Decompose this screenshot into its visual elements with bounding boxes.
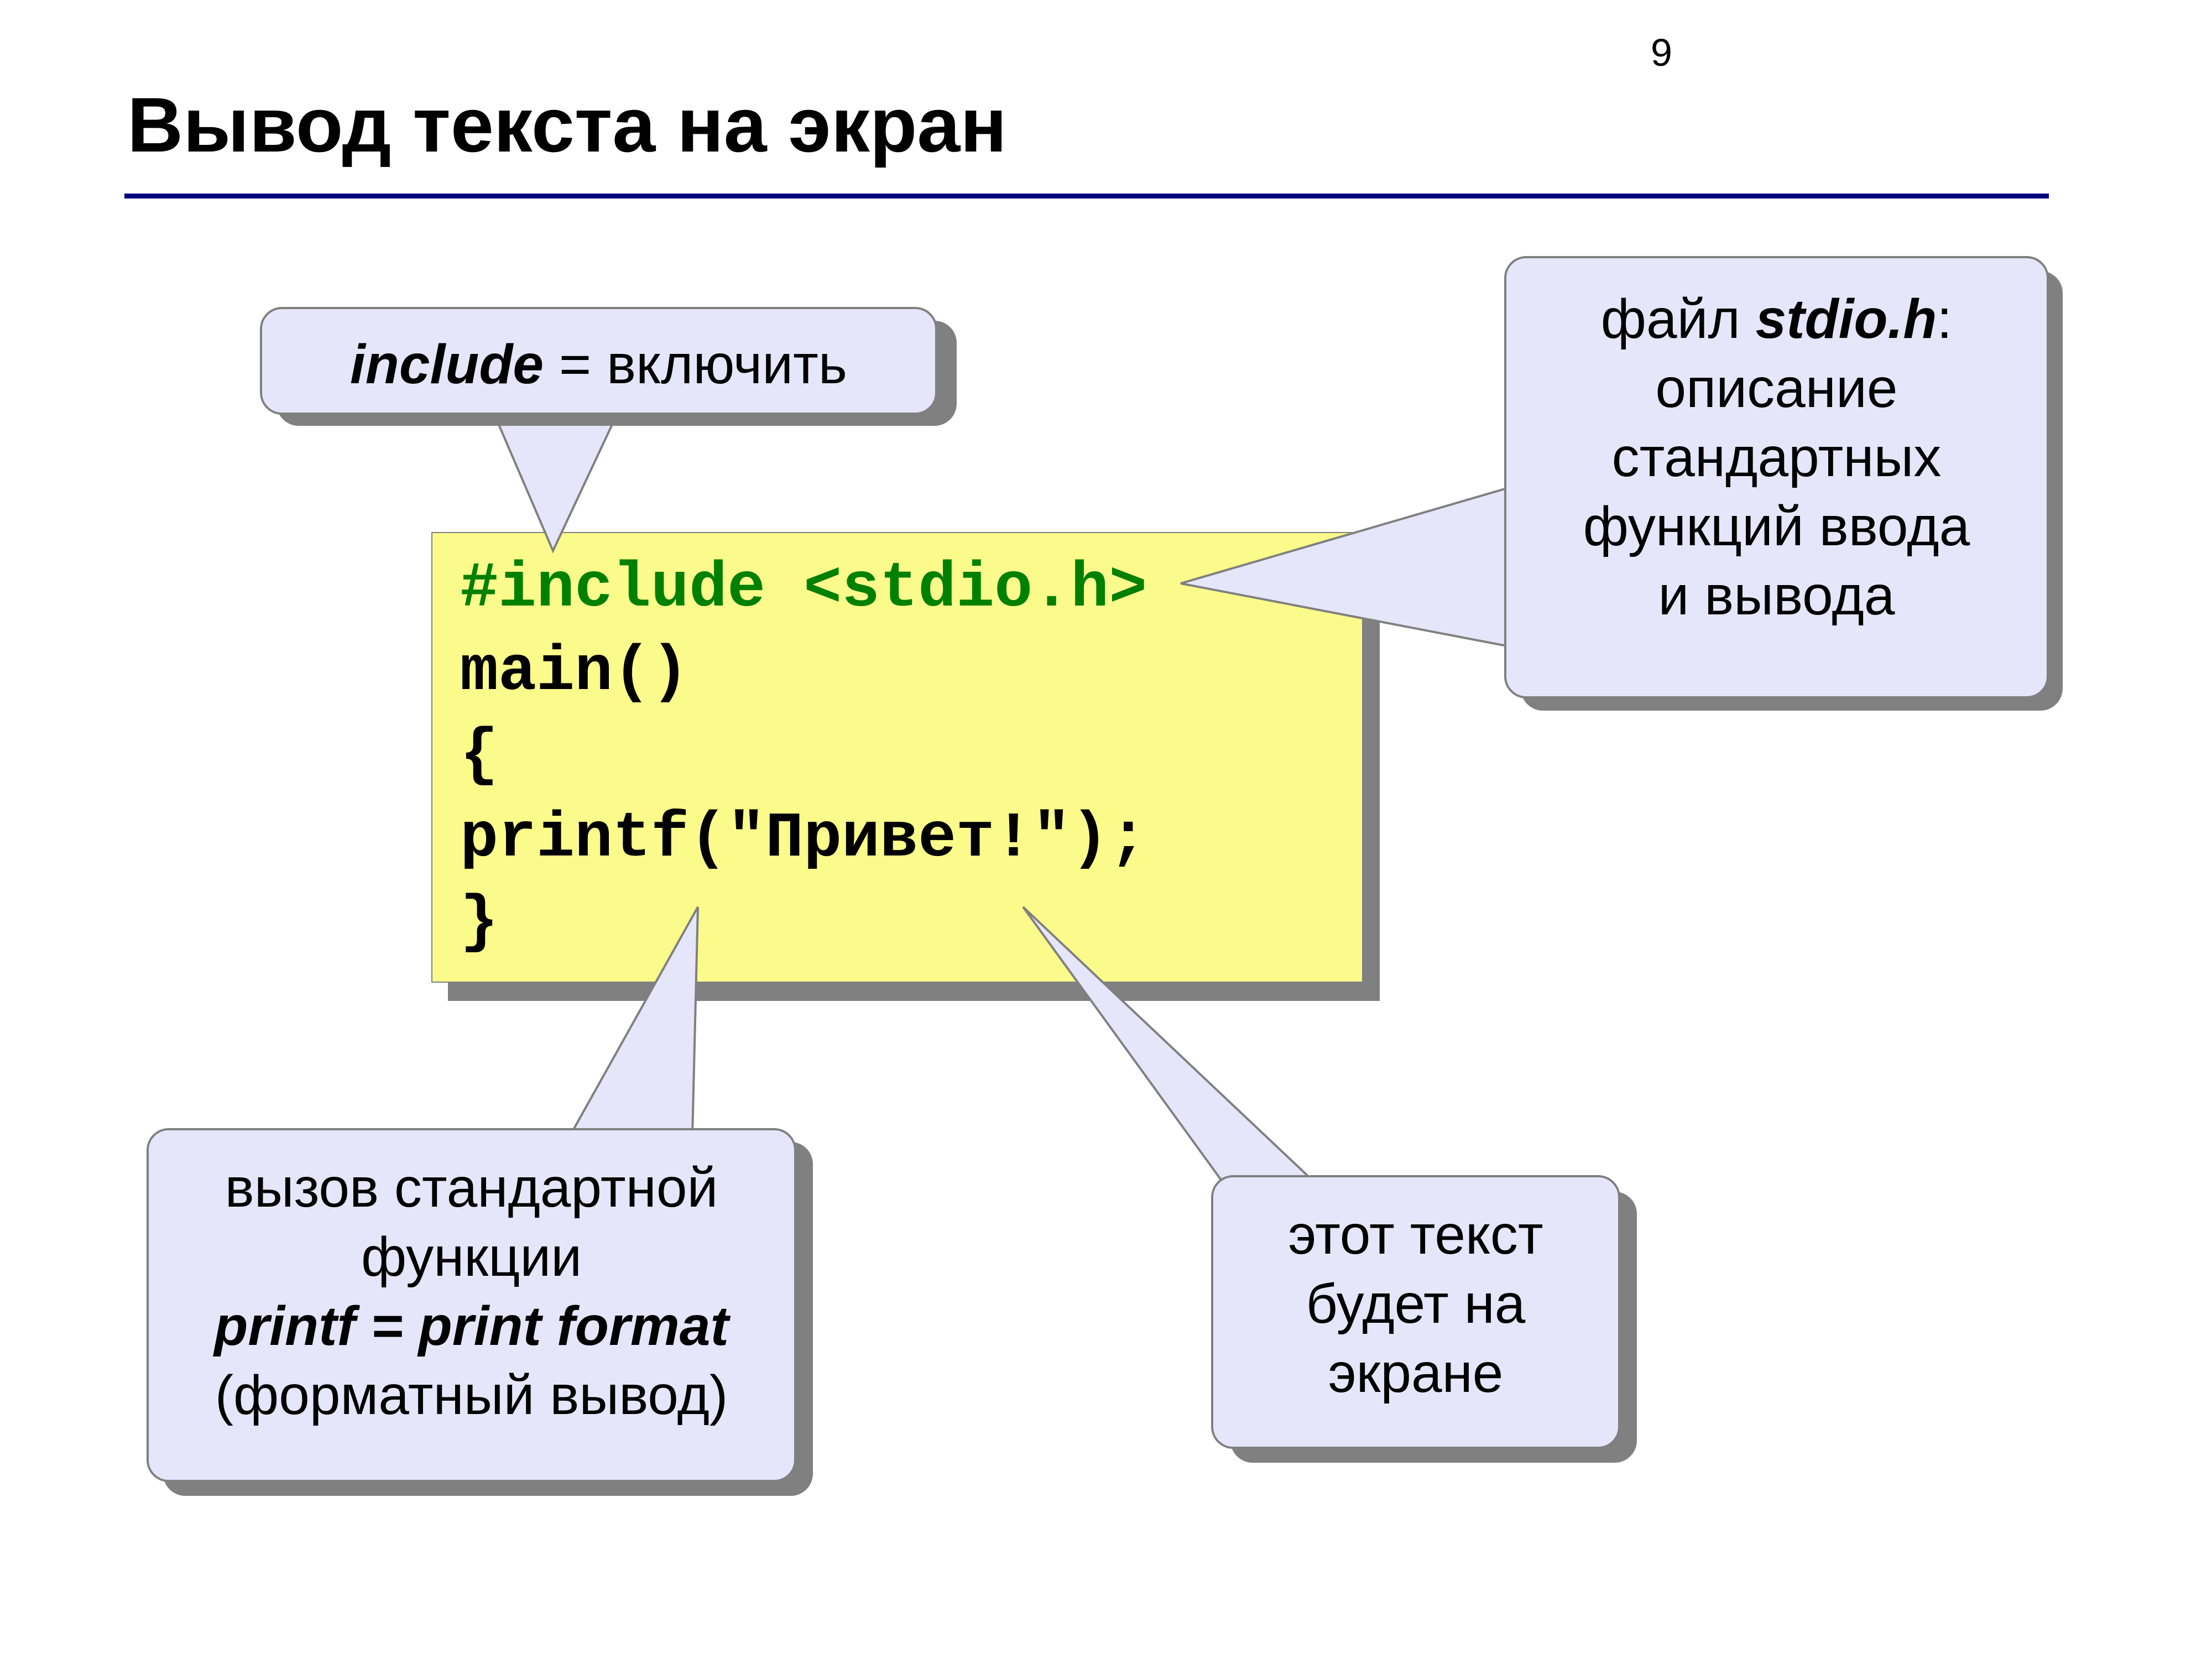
callout-stdio: файл stdio.h: описание стандартных функц… (1504, 256, 2049, 698)
callout-printf: вызов стандартной функции printf = print… (147, 1128, 796, 1482)
callout-include: include = включить (260, 307, 937, 415)
callout-printf-pointer (570, 907, 713, 1145)
callout-printf-l2: функции (175, 1223, 768, 1292)
callout-stdio-l1c: : (1937, 288, 1952, 350)
slide-title: Вывод текста на экран (127, 80, 1007, 170)
callout-screentext-l1: этот текст (1240, 1201, 1592, 1270)
callout-stdio-l5: и вывода (1533, 561, 2020, 630)
callout-stdio-l1a: файл (1601, 288, 1756, 350)
code-line-printf: printf("Привет!"); (460, 797, 1351, 881)
callout-include-pointer (492, 409, 658, 559)
callout-printf-l4: (форматный вывод) (175, 1361, 768, 1430)
callout-include-rest: = включить (544, 333, 847, 395)
callout-screentext-pointer (1023, 907, 1333, 1194)
callout-screentext-l3: экране (1240, 1339, 1592, 1408)
callout-stdio-l2: описание (1533, 354, 2020, 423)
callout-stdio-filename: stdio.h (1756, 288, 1937, 350)
callout-printf-l3: printf = print format (175, 1292, 768, 1361)
callout-stdio-l4: функций ввода (1533, 492, 2020, 561)
callout-printf-l1: вызов стандартной (175, 1154, 768, 1223)
page-number: 9 (1651, 30, 1672, 75)
callout-stdio-pointer (1181, 487, 1524, 653)
code-line-brace-open: { (460, 714, 1351, 797)
callout-screentext: этот текст будет на экране (1211, 1175, 1620, 1449)
callout-stdio-l3: стандартных (1533, 423, 2020, 492)
callout-screentext-l2: будет на (1240, 1270, 1592, 1339)
title-rule (124, 194, 2049, 199)
callout-include-keyword: include (350, 333, 544, 395)
